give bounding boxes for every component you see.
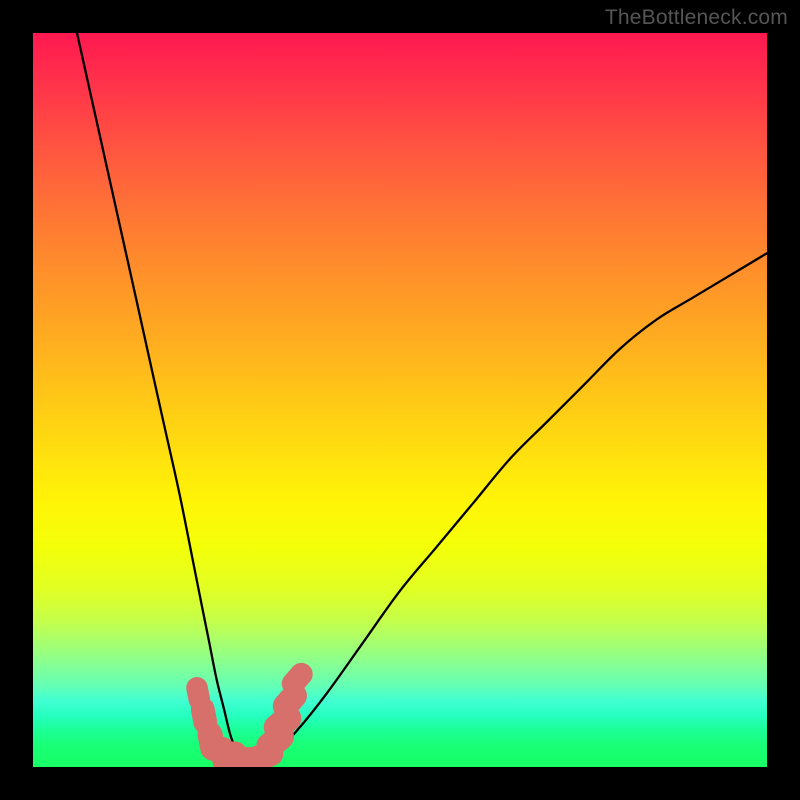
chart-frame: TheBottleneck.com (0, 0, 800, 800)
curve-markers (184, 658, 317, 767)
plot-area (33, 33, 767, 767)
curve-svg (33, 33, 767, 767)
watermark-text: TheBottleneck.com (605, 6, 788, 30)
bottleneck-curve (77, 33, 767, 760)
